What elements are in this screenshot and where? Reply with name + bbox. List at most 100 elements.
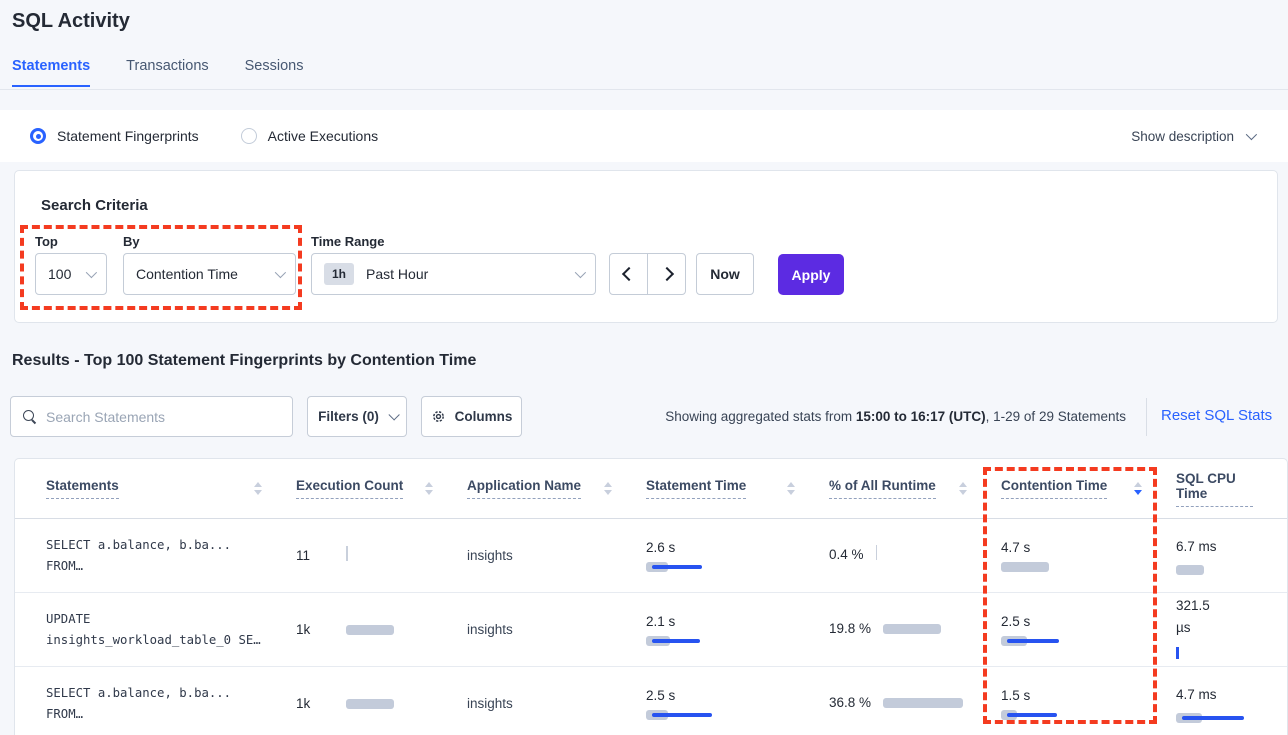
radio-statement-fingerprints[interactable]: Statement Fingerprints (30, 128, 199, 144)
chevron-right-icon (659, 267, 673, 281)
aggregated-stats-text: Showing aggregated stats from 15:00 to 1… (665, 409, 1126, 424)
pct-runtime-bar (876, 545, 878, 565)
column-header-application-name[interactable]: Application Name (467, 478, 646, 499)
tab-statements[interactable]: Statements (12, 58, 90, 87)
tab-transactions[interactable]: Transactions (126, 58, 208, 87)
chevron-down-icon (275, 267, 286, 278)
contention-time-bar (1001, 710, 1057, 720)
execution-count-cell: 11 (296, 546, 467, 566)
page-title: SQL Activity (12, 10, 130, 33)
search-statements-input[interactable]: Search Statements (10, 396, 293, 437)
contention-time-value: 4.7 s (1001, 540, 1030, 555)
top-select-value: 100 (48, 266, 71, 282)
table-row[interactable]: SELECT a.balance, b.ba... FROM… 1k insig… (15, 667, 1287, 735)
sql-cpu-time-bar (1176, 713, 1244, 723)
sort-arrows-icon (425, 482, 433, 495)
statements-table: Statements Execution Count Application N… (14, 458, 1288, 735)
time-range-select[interactable]: 1h Past Hour (311, 253, 596, 295)
gear-icon (431, 409, 446, 424)
now-button[interactable]: Now (696, 253, 754, 295)
contention-time-bar (1001, 562, 1049, 572)
time-range-value: Past Hour (366, 266, 428, 282)
column-header-execution-count[interactable]: Execution Count (296, 478, 467, 499)
time-nav-group (609, 253, 686, 295)
statement-time-bar (646, 562, 702, 572)
application-name-cell: insights (467, 548, 646, 563)
sql-cpu-time-bar (1176, 565, 1204, 575)
statement-time-cell: 2.5 s (646, 688, 829, 720)
time-prev-button[interactable] (610, 254, 648, 294)
sort-arrows-icon (1134, 482, 1142, 495)
radio-active-executions[interactable]: Active Executions (241, 128, 379, 144)
execution-count-bar (346, 546, 348, 566)
column-header-pct-runtime[interactable]: % of All Runtime (829, 478, 1001, 499)
chevron-down-icon (388, 409, 399, 420)
contention-time-cell: 2.5 s (1001, 614, 1176, 646)
chevron-down-icon (575, 267, 586, 278)
vertical-divider (1146, 398, 1147, 436)
statement-cell[interactable]: SELECT a.balance, b.ba... FROM… (46, 535, 296, 576)
columns-button[interactable]: Columns (421, 396, 522, 437)
execution-count-bar (346, 625, 394, 635)
column-header-statement-time[interactable]: Statement Time (646, 478, 829, 499)
sql-cpu-time-value: 321.5 µs (1176, 595, 1226, 640)
execution-count-cell: 1k (296, 696, 467, 711)
table-row[interactable]: SELECT a.balance, b.ba... FROM… 11 insig… (15, 519, 1287, 593)
tab-bar: Statements Transactions Sessions (12, 58, 303, 87)
columns-label: Columns (455, 409, 513, 424)
pct-runtime-cell: 36.8 % (829, 692, 1001, 714)
application-name-cell: insights (467, 696, 646, 711)
statement-cell[interactable]: SELECT a.balance, b.ba... FROM… (46, 683, 296, 724)
apply-button[interactable]: Apply (778, 254, 844, 295)
results-heading: Results - Top 100 Statement Fingerprints… (12, 352, 476, 370)
filters-label: Filters (0) (318, 409, 379, 424)
application-name-cell: insights (467, 622, 646, 637)
sql-cpu-time-cell: 4.7 ms (1176, 684, 1287, 723)
sql-cpu-time-value: 4.7 ms (1176, 684, 1217, 706)
statement-time-cell: 2.6 s (646, 540, 829, 572)
chevron-left-icon (621, 267, 635, 281)
top-label: Top (35, 234, 58, 249)
execution-count-value: 11 (296, 548, 346, 563)
reset-sql-stats-link[interactable]: Reset SQL Stats (1161, 407, 1272, 424)
column-header-contention-time[interactable]: Contention Time (1001, 478, 1176, 499)
search-placeholder: Search Statements (46, 409, 165, 425)
pct-runtime-value: 0.4 % (829, 544, 864, 566)
by-select-value: Contention Time (136, 266, 238, 282)
statement-line-2: FROM… (46, 704, 296, 724)
time-range-label: Time Range (311, 234, 384, 249)
show-description-label: Show description (1131, 129, 1234, 144)
tab-sessions[interactable]: Sessions (245, 58, 304, 87)
column-header-statements[interactable]: Statements (46, 478, 296, 499)
statement-time-value: 2.1 s (646, 614, 675, 629)
column-header-sql-cpu-time[interactable]: SQL CPU Time (1176, 471, 1287, 507)
statement-cell[interactable]: UPDATE insights_workload_table_0 SE… (46, 609, 296, 650)
statement-line-1: SELECT a.balance, b.ba... (46, 535, 296, 555)
time-next-button[interactable] (648, 254, 685, 294)
radio-unselected-icon (241, 128, 257, 144)
chevron-down-icon (86, 267, 97, 278)
pct-runtime-value: 36.8 % (829, 692, 871, 714)
statement-time-cell: 2.1 s (646, 614, 829, 646)
chevron-down-icon (1246, 129, 1257, 140)
statement-line-1: UPDATE (46, 609, 296, 629)
statement-time-bar (646, 710, 712, 720)
table-row[interactable]: UPDATE insights_workload_table_0 SE… 1k … (15, 593, 1287, 667)
statement-time-value: 2.5 s (646, 688, 675, 703)
stats-time-range: 15:00 to 16:17 (UTC) (856, 409, 986, 424)
filters-button[interactable]: Filters (0) (307, 396, 407, 437)
radio-label: Active Executions (268, 128, 379, 144)
contention-time-bar (1001, 636, 1059, 646)
time-range-badge: 1h (324, 263, 354, 285)
show-description-toggle[interactable]: Show description (1131, 129, 1254, 144)
pct-runtime-value: 19.8 % (829, 618, 871, 640)
by-select[interactable]: Contention Time (123, 253, 296, 295)
by-label: By (123, 234, 140, 249)
sort-arrows-icon (254, 482, 262, 495)
pct-runtime-cell: 0.4 % (829, 544, 1001, 566)
execution-count-value: 1k (296, 696, 346, 711)
top-select[interactable]: 100 (35, 253, 107, 295)
pct-runtime-cell: 19.8 % (829, 618, 1001, 640)
contention-time-value: 1.5 s (1001, 688, 1030, 703)
sort-arrows-icon (604, 482, 612, 495)
